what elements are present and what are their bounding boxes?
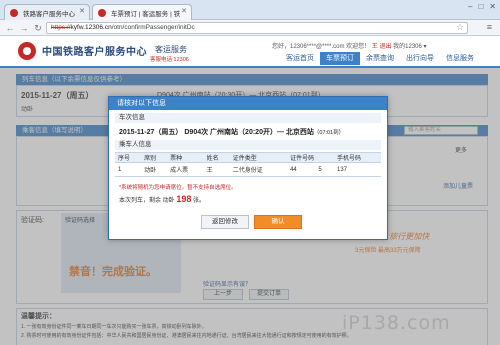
cell-phone: 137 (334, 162, 381, 177)
browser-tab-strip: 铁路客户服务中心 ✕ 车票预订 | 客运服务 | 铁 ✕ – □ ✕ (0, 0, 500, 20)
tab-label: 铁路客户服务中心 (23, 11, 75, 18)
col-id-type: 证件类型 (229, 152, 288, 163)
train-section-label: 车次信息 (115, 113, 381, 123)
railway-favicon-icon (98, 9, 106, 17)
window-controls: – □ ✕ (468, 2, 496, 11)
address-toolbar: ← → ↻ https://kyfw.12306.cn/otn/confirmP… (0, 20, 500, 36)
user-name[interactable]: 王 (372, 44, 378, 50)
main-nav: 客运首页 车票预订 余票查询 出行向导 信息服务 (280, 52, 480, 65)
cell-seat: 动卧 (141, 162, 168, 177)
minimize-icon[interactable]: – (468, 2, 472, 11)
tab-label: 车票预订 | 客运服务 | 铁 (111, 11, 181, 18)
tab-railway-service[interactable]: 铁路客户服务中心 ✕ (4, 4, 90, 20)
url-scheme: https:// (51, 24, 71, 31)
cell-id-suffix: 5 (315, 162, 334, 177)
train-date: 2015-11-27（周五） (119, 129, 183, 136)
train-arrive: （07:01到） (313, 130, 345, 136)
tab-ticket-booking[interactable]: 车票预订 | 客运服务 | 铁 ✕ (92, 4, 192, 20)
confirm-order-dialog: 请核对以下信息 车次信息 2015-11-27（周五） D904次 广州南站（2… (108, 96, 388, 240)
col-phone: 手机号码 (334, 152, 381, 163)
cell-id-prefix: 44 (287, 162, 316, 177)
back-icon[interactable]: ← (4, 22, 16, 34)
seat-allocation-note: *系统将随机为您申请席位，暂不支持自选席位。 (119, 185, 237, 191)
railway-favicon-icon (10, 9, 18, 17)
table-row: 1 动卧 成人票 王 二代身份证 44 5 137 (115, 162, 381, 177)
passenger-section-label: 乘车人信息 (115, 140, 381, 150)
cell-ticket-type: 成人票 (167, 162, 204, 177)
nav-remaining-tickets[interactable]: 余票查询 (360, 52, 400, 65)
close-tab-icon[interactable]: ✕ (79, 7, 85, 15)
my-account-link[interactable]: 我的12306 ▾ (393, 44, 426, 50)
welcome-text: 您好，12306****@****.com 欢迎您！ (272, 44, 371, 50)
welcome-bar: 您好，12306****@****.com 欢迎您！ 王 退出 我的12306 … (272, 41, 427, 50)
url-host: kyfw.12306.cn (70, 24, 112, 31)
site-subtitle: 客运服务 (155, 45, 187, 54)
cell-index: 1 (115, 162, 142, 177)
reload-icon[interactable]: ↻ (32, 22, 44, 34)
cell-name: 王 (203, 162, 230, 177)
railway-logo-icon (18, 42, 36, 60)
confirm-button[interactable]: 确认 (254, 215, 302, 229)
passenger-table: 序号 席别 票种 姓名 证件类型 证件号码 手机号码 1 动卧 成人票 王 二代… (115, 152, 381, 177)
col-id-number: 证件号码 (287, 152, 334, 163)
maximize-icon[interactable]: □ (478, 2, 483, 11)
remaining-tickets: 本次列车，剩余 动卧 198 张。 (119, 194, 205, 204)
address-bar[interactable]: https://kyfw.12306.cn/otn/confirmPasseng… (46, 22, 468, 34)
col-seat: 席别 (141, 152, 168, 163)
cell-id-type: 二代身份证 (229, 162, 288, 177)
url-path: /otn/confirmPassenger/initDc (111, 24, 195, 31)
forward-icon[interactable]: → (18, 22, 30, 34)
nav-ticket-booking[interactable]: 车票预订 (320, 52, 360, 65)
col-name: 姓名 (203, 152, 230, 163)
hotline: 客服电话 12306 (150, 57, 189, 63)
remaining-count: 198 (176, 194, 192, 204)
nav-travel-guide[interactable]: 出行向导 (400, 52, 440, 65)
remaining-prefix: 本次列车，剩余 动卧 (119, 198, 175, 204)
col-ticket-type: 票种 (167, 152, 204, 163)
site-title: 中国铁路客户服务中心 (42, 47, 147, 58)
train-summary: 2015-11-27（周五） D904次 广州南站（20:20开）— 北京西站（… (119, 127, 344, 137)
logout-link[interactable]: 退出 (379, 44, 391, 50)
close-tab-icon[interactable]: ✕ (181, 7, 187, 15)
dialog-title: 请核对以下信息 (109, 97, 387, 110)
browser-menu-icon[interactable]: ≡ (487, 22, 492, 32)
nav-info-service[interactable]: 信息服务 (440, 52, 480, 65)
train-route: D904次 广州南站（20:20开）— 北京西站 (184, 129, 314, 136)
back-to-edit-button[interactable]: 返回修改 (201, 215, 249, 229)
bookmark-star-icon[interactable]: ☆ (456, 22, 464, 33)
close-window-icon[interactable]: ✕ (489, 2, 496, 11)
table-header: 序号 席别 票种 姓名 证件类型 证件号码 手机号码 (115, 152, 381, 163)
nav-home[interactable]: 客运首页 (280, 52, 320, 65)
remaining-suffix: 张。 (193, 198, 206, 204)
col-index: 序号 (115, 152, 142, 163)
